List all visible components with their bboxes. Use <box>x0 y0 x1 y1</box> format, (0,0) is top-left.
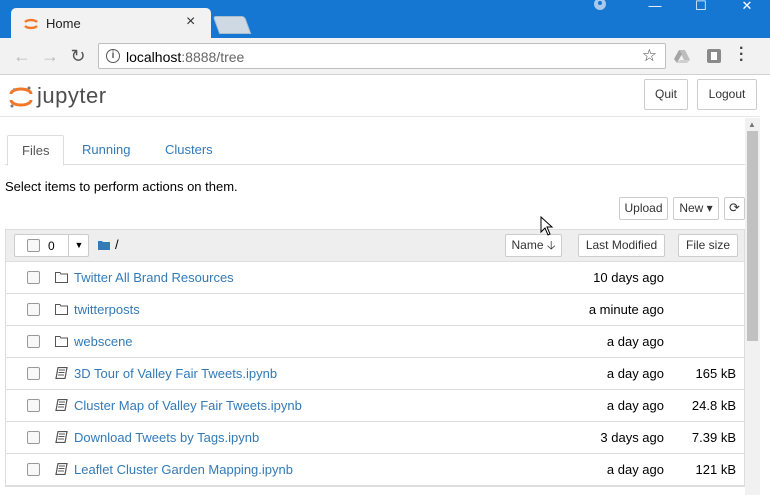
info-icon[interactable]: i <box>106 49 120 63</box>
item-modified: 10 days ago <box>593 270 664 285</box>
row-checkbox[interactable] <box>27 367 40 380</box>
jupyter-logo[interactable]: jupyter <box>9 80 119 110</box>
item-name-link[interactable]: Cluster Map of Valley Fair Tweets.ipynb <box>74 398 302 413</box>
folder-icon <box>55 272 68 283</box>
folder-icon[interactable] <box>98 240 110 250</box>
folder-icon <box>55 304 68 315</box>
refresh-icon[interactable]: ⟳ <box>724 197 745 220</box>
file-rows: Twitter All Brand Resources 10 days ago tw… <box>6 262 744 486</box>
folder-icon <box>55 336 68 347</box>
sort-by-name-button[interactable]: Name 🡣 <box>505 234 562 257</box>
notebook-icon <box>55 463 68 475</box>
window-controls: — ☐ ✕ <box>632 0 770 16</box>
page-scrollbar[interactable]: ▲ <box>745 118 760 495</box>
row-checkbox[interactable] <box>27 271 40 284</box>
table-row[interactable]: 3D Tour of Valley Fair Tweets.ipynb a day… <box>6 358 744 390</box>
item-name-link[interactable]: Leaflet Cluster Garden Mapping.ipynb <box>74 462 293 477</box>
table-row[interactable]: Cluster Map of Valley Fair Tweets.ipynb a… <box>6 390 744 422</box>
logout-button[interactable]: Logout <box>697 79 757 110</box>
breadcrumb-root[interactable]: / <box>115 237 119 252</box>
selection-hint: Select items to perform actions on them. <box>5 179 238 194</box>
profile-icon[interactable] <box>593 0 607 12</box>
item-modified: a day ago <box>606 334 664 349</box>
jupyter-logo-text: jupyter <box>37 83 107 108</box>
row-checkbox[interactable] <box>27 463 40 476</box>
item-name-link[interactable]: Download Tweets by Tags.ipynb <box>74 430 259 445</box>
scroll-up-icon[interactable]: ▲ <box>748 120 756 129</box>
item-modified: 3 days ago <box>600 430 664 445</box>
item-size: 121 kB <box>695 462 736 477</box>
maximize-button[interactable]: ☐ <box>678 0 724 16</box>
chevron-down-icon[interactable]: ▼ <box>68 235 89 256</box>
url-path: :8888/tree <box>181 49 245 65</box>
table-row[interactable]: webscene a day ago <box>6 326 744 358</box>
item-modified: a minute ago <box>588 302 664 317</box>
table-row[interactable]: Download Tweets by Tags.ipynb 3 days ago 7… <box>6 422 744 454</box>
main-tabs: Files Running Clusters <box>5 135 745 166</box>
back-arrow-icon[interactable]: ← <box>12 46 32 66</box>
tab-clusters[interactable]: Clusters <box>151 135 227 165</box>
row-checkbox[interactable] <box>27 399 40 412</box>
url-host: localhost <box>126 49 182 65</box>
jupyter-logo-icon <box>9 86 33 108</box>
close-window-button[interactable]: ✕ <box>724 0 770 16</box>
table-row[interactable]: twitterposts a minute ago <box>6 294 744 326</box>
item-size: 165 kB <box>695 366 736 381</box>
item-name-link[interactable]: 3D Tour of Valley Fair Tweets.ipynb <box>74 366 277 381</box>
notebook-icon <box>55 431 68 443</box>
selected-count: 0 <box>48 239 55 253</box>
select-all-checkbox[interactable] <box>27 239 40 252</box>
jupyter-favicon-icon <box>24 18 38 30</box>
item-modified: a day ago <box>606 366 664 381</box>
url-text: localhost:8888/tree <box>126 49 244 65</box>
browser-titlebar: Home × — ☐ ✕ <box>0 0 770 38</box>
file-list: 0 ▼ / Name 🡣 Last Modified File size Twi… <box>5 229 745 487</box>
select-all-dropdown[interactable]: 0 ▼ <box>14 234 89 257</box>
item-size: 24.8 kB <box>691 398 736 413</box>
mouse-cursor-icon <box>540 216 554 236</box>
jupyter-header: jupyter Quit Logout <box>0 76 760 117</box>
row-checkbox[interactable] <box>27 335 40 348</box>
row-checkbox[interactable] <box>27 431 40 444</box>
forward-arrow-icon[interactable]: → <box>40 46 60 66</box>
item-name-link[interactable]: Twitter All Brand Resources <box>74 270 234 285</box>
tab-files[interactable]: Files <box>7 135 65 166</box>
scrollbar-thumb[interactable] <box>747 131 758 341</box>
new-tab-button[interactable] <box>212 16 252 34</box>
sort-by-size-button[interactable]: File size <box>678 234 738 257</box>
reload-icon[interactable]: ↻ <box>68 46 88 66</box>
jupyter-page: jupyter Quit Logout Files Running Cluste… <box>0 76 770 495</box>
item-name-link[interactable]: webscene <box>74 334 133 349</box>
item-name-link[interactable]: twitterposts <box>74 302 140 317</box>
upload-button[interactable]: Upload <box>619 197 668 220</box>
table-row[interactable]: Leaflet Cluster Garden Mapping.ipynb a da… <box>6 454 744 486</box>
bookmark-star-icon[interactable]: ☆ <box>642 46 657 66</box>
sort-by-modified-button[interactable]: Last Modified <box>578 234 665 257</box>
item-modified: a day ago <box>606 398 664 413</box>
extension-icon[interactable] <box>706 48 722 64</box>
table-row[interactable]: Twitter All Brand Resources 10 days ago <box>6 262 744 294</box>
drive-extension-icon[interactable] <box>674 48 690 64</box>
browser-menu-icon[interactable]: · · · <box>739 41 744 69</box>
quit-button[interactable]: Quit <box>644 79 688 110</box>
row-checkbox[interactable] <box>27 303 40 316</box>
new-button[interactable]: New ▾ <box>673 197 719 220</box>
minimize-button[interactable]: — <box>632 0 678 16</box>
browser-tab-title: Home <box>46 16 81 31</box>
notebook-icon <box>55 367 68 379</box>
tab-close-icon[interactable]: × <box>186 13 195 31</box>
browser-tab-home[interactable]: Home × <box>11 8 211 38</box>
item-size: 7.39 kB <box>691 430 736 445</box>
browser-toolbar: ← → ↻ i localhost:8888/tree ☆ · · · <box>0 38 770 75</box>
address-bar[interactable]: i localhost:8888/tree ☆ <box>98 43 666 69</box>
file-browser: Files Running Clusters Select items to p… <box>5 118 745 495</box>
file-list-header: 0 ▼ / Name 🡣 Last Modified File size <box>6 230 744 262</box>
tab-running[interactable]: Running <box>68 135 144 165</box>
item-modified: a day ago <box>606 462 664 477</box>
notebook-icon <box>55 399 68 411</box>
